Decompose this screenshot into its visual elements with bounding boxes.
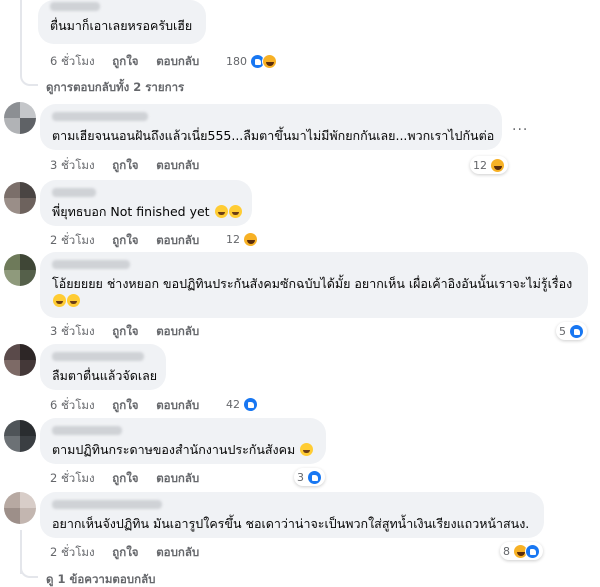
comment-bubble: โอ้ยยยยย ช่างหยอก ขอปฏิทินประกันสังคมซัก… <box>40 252 588 318</box>
comment-meta: 3 ชั่วโมง ถูกใจ ตอบกลับ <box>50 323 213 341</box>
laughing-emoji-icon <box>300 443 314 456</box>
thread-line <box>20 0 22 72</box>
commenter-name-blurred <box>52 500 162 509</box>
thread-connector <box>20 564 38 578</box>
comment-text: อยากเห็นจังปฏิทิน มันเอารูปใครขึ้น ชอเดา… <box>52 516 530 531</box>
haha-icon <box>262 53 277 69</box>
comment-meta: 3 ชั่วโมง ถูกใจ ตอบกลับ <box>50 157 213 175</box>
comment-bubble: ตามเฮียจนนอนฝันถึงแล้วเนี่ย555...ลืมตาขึ… <box>40 104 502 150</box>
comment-time[interactable]: 2 ชั่วโมง <box>50 471 95 485</box>
comment-time[interactable]: 2 ชั่วโมง <box>50 233 95 247</box>
like-icon <box>525 543 540 559</box>
comment-text: ตามปฏิทินกระดาษของสำนักงานประกันสังคม <box>52 441 314 458</box>
view-replies-link[interactable]: ดูการตอบกลับทั้ง 2 รายการ <box>46 79 184 97</box>
avatar[interactable] <box>4 182 36 214</box>
commenter-name-blurred <box>50 2 100 11</box>
commenter-name-blurred <box>52 352 144 361</box>
laughing-emoji-icon <box>228 205 242 218</box>
haha-icon <box>243 231 258 247</box>
like-icon <box>243 396 258 412</box>
reaction-count: 3 <box>297 470 304 484</box>
laughing-emoji-icon <box>53 294 66 307</box>
comment-time[interactable]: 6 ชั่วโมง <box>50 398 95 412</box>
comment-text-content: โอ้ยยยยย ช่างหยอก ขอปฏิทินประกันสังคมซัก… <box>52 276 573 291</box>
like-icon <box>307 469 322 485</box>
comment-meta: 2 ชั่วโมง ถูกใจ ตอบกลับ <box>50 470 213 488</box>
reaction-count: 180 <box>226 54 247 68</box>
reply-action[interactable]: ตอบกลับ <box>156 545 199 559</box>
comment-meta: 2 ชั่วโมง ถูกใจ ตอบกลับ <box>50 232 213 250</box>
reaction-summary[interactable]: 5 <box>556 322 587 340</box>
reaction-summary[interactable]: 12 <box>470 156 508 174</box>
laughing-emoji-icon <box>67 294 80 307</box>
avatar[interactable] <box>4 102 36 134</box>
commenter-name-blurred <box>52 112 148 121</box>
comment-bubble: ลืมตาตื่นแล้วจัดเลย <box>40 344 166 390</box>
more-horizontal-icon[interactable]: ··· <box>512 122 528 138</box>
reaction-count: 8 <box>503 544 510 558</box>
comment-bubble: ตามปฏิทินกระดาษของสำนักงานประกันสังคม <box>40 418 326 464</box>
reaction-summary[interactable]: 3 <box>294 468 325 486</box>
comment-time[interactable]: 2 ชั่วโมง <box>50 545 95 559</box>
like-action[interactable]: ถูกใจ <box>112 471 138 485</box>
comment-text: ลืมตาตื่นแล้วจัดเลย <box>52 368 158 383</box>
view-replies-link[interactable]: ดู 1 ข้อความตอบกลับ <box>46 571 155 587</box>
reaction-summary[interactable]: 12 <box>226 230 258 248</box>
reaction-count: 12 <box>226 232 240 246</box>
reaction-summary[interactable]: 180 <box>226 52 277 70</box>
comment-time[interactable]: 3 ชั่วโมง <box>50 324 95 338</box>
avatar[interactable] <box>4 420 36 452</box>
reply-action[interactable]: ตอบกลับ <box>156 398 199 412</box>
like-action[interactable]: ถูกใจ <box>112 545 138 559</box>
comment-meta: 6 ชั่วโมง ถูกใจ ตอบกลับ <box>50 397 213 415</box>
reaction-summary[interactable]: 8 <box>500 542 543 560</box>
commenter-name-blurred <box>52 188 96 197</box>
commenter-name-blurred <box>52 260 130 269</box>
avatar[interactable] <box>4 254 36 286</box>
like-action[interactable]: ถูกใจ <box>112 233 138 247</box>
reaction-count: 42 <box>226 397 240 411</box>
comment-text: โอ้ยยยยย ช่างหยอก ขอปฏิทินประกันสังคมซัก… <box>52 275 576 309</box>
comment-text-content: พี่ยุทธบอก Not finished yet <box>52 204 210 219</box>
avatar[interactable] <box>4 344 36 376</box>
comment-bubble: พี่ยุทธบอก Not finished yet <box>40 180 252 226</box>
laughing-emoji-icon <box>214 205 228 218</box>
like-action[interactable]: ถูกใจ <box>112 54 138 68</box>
comment-meta: 2 ชั่วโมง ถูกใจ ตอบกลับ <box>50 544 213 562</box>
reaction-count: 12 <box>473 158 487 172</box>
like-action[interactable]: ถูกใจ <box>112 324 138 338</box>
comment-text-content: ตามปฏิทินกระดาษของสำนักงานประกันสังคม <box>52 442 296 457</box>
like-icon <box>569 323 584 339</box>
like-action[interactable]: ถูกใจ <box>112 398 138 412</box>
reply-action[interactable]: ตอบกลับ <box>156 158 199 172</box>
comment-text: ตื่นมาก็เอาเลยหรอครับเฮีย <box>50 18 193 33</box>
commenter-name-blurred <box>52 426 122 435</box>
haha-icon <box>490 157 505 173</box>
reply-action[interactable]: ตอบกลับ <box>156 54 199 68</box>
thread-connector <box>20 72 38 86</box>
reaction-summary[interactable]: 42 <box>226 395 258 413</box>
comment-text: พี่ยุทธบอก Not finished yet <box>52 203 242 220</box>
comment-bubble: ตื่นมาก็เอาเลยหรอครับเฮีย <box>38 0 206 44</box>
comment-bubble: อยากเห็นจังปฏิทิน มันเอารูปใครขึ้น ชอเดา… <box>40 492 544 538</box>
reply-action[interactable]: ตอบกลับ <box>156 324 199 338</box>
comment-meta: 6 ชั่วโมง ถูกใจ ตอบกลับ <box>50 53 213 71</box>
comment-time[interactable]: 6 ชั่วโมง <box>50 54 95 68</box>
reply-action[interactable]: ตอบกลับ <box>156 471 199 485</box>
reaction-count: 5 <box>559 324 566 338</box>
comment-time[interactable]: 3 ชั่วโมง <box>50 158 95 172</box>
reply-action[interactable]: ตอบกลับ <box>156 233 199 247</box>
avatar[interactable] <box>4 492 36 524</box>
comment-text: ตามเฮียจนนอนฝันถึงแล้วเนี่ย555...ลืมตาขึ… <box>52 128 495 143</box>
like-action[interactable]: ถูกใจ <box>112 158 138 172</box>
